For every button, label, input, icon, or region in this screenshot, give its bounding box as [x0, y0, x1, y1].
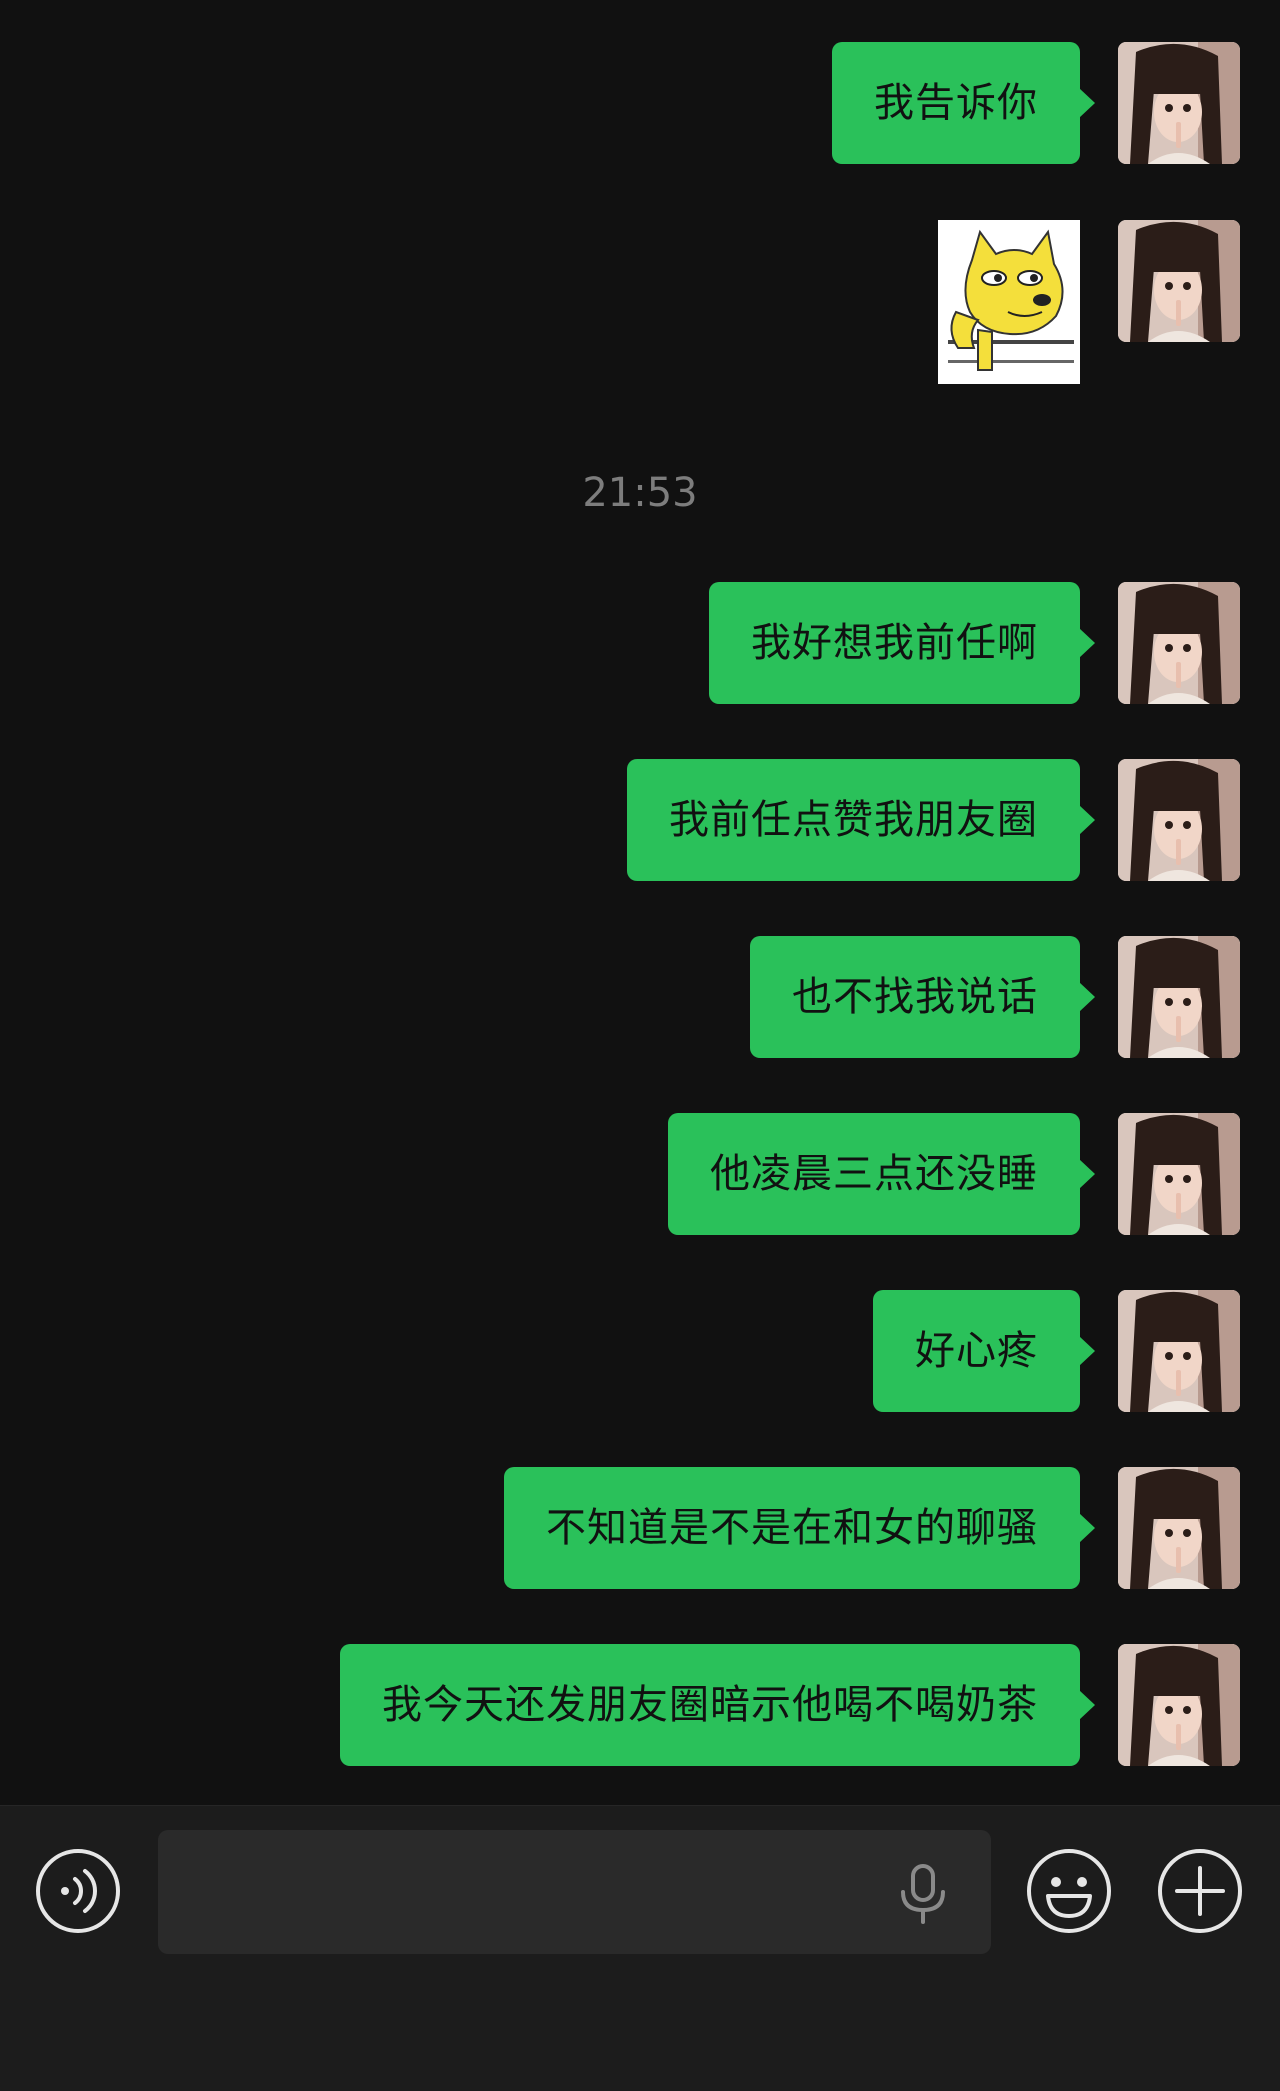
message-bubble[interactable]: 我今天还发朋友圈暗示他喝不喝奶茶 — [340, 1644, 1095, 1766]
message-list[interactable]: 我告诉你 21:53 我好想我前任啊 我前任点赞我朋友圈 也不找我说话 他凌晨三… — [0, 0, 1280, 1805]
avatar[interactable] — [1118, 759, 1240, 881]
avatar-image — [1118, 1113, 1240, 1235]
voice-mode-icon — [36, 1849, 120, 1933]
message-bubble[interactable]: 不知道是不是在和女的聊骚 — [504, 1467, 1095, 1589]
avatar[interactable] — [1118, 220, 1240, 342]
avatar[interactable] — [1118, 42, 1240, 164]
avatar-image — [1118, 936, 1240, 1058]
message-row: 我前任点赞我朋友圈 — [0, 759, 1280, 881]
message-bubble[interactable]: 我告诉你 — [832, 42, 1095, 164]
message-row: 也不找我说话 — [0, 936, 1280, 1058]
message-row — [0, 220, 1280, 384]
message-bubble[interactable]: 好心疼 — [873, 1290, 1095, 1412]
avatar-image — [1118, 759, 1240, 881]
timestamp: 21:53 — [582, 470, 698, 516]
avatar[interactable] — [1118, 1113, 1240, 1235]
microphone-button[interactable] — [895, 1864, 951, 1924]
message-bubble[interactable]: 我前任点赞我朋友圈 — [627, 759, 1095, 881]
message-row: 我今天还发朋友圈暗示他喝不喝奶茶 — [0, 1644, 1280, 1766]
message-input[interactable] — [158, 1830, 991, 1954]
avatar-image — [1118, 1467, 1240, 1589]
message-bubble[interactable]: 他凌晨三点还没睡 — [668, 1113, 1095, 1235]
plus-icon — [1158, 1849, 1242, 1933]
voice-mode-button[interactable] — [35, 1848, 121, 1934]
chat-screen: 我告诉你 21:53 我好想我前任啊 我前任点赞我朋友圈 也不找我说话 他凌晨三… — [0, 0, 1280, 2091]
emoji-button[interactable] — [1026, 1848, 1112, 1934]
avatar-image — [1118, 220, 1240, 342]
message-row: 我好想我前任啊 — [0, 582, 1280, 704]
doge-sticker-image — [938, 220, 1080, 384]
avatar-image — [1118, 42, 1240, 164]
message-row: 他凌晨三点还没睡 — [0, 1113, 1280, 1235]
plus-button[interactable] — [1157, 1848, 1243, 1934]
avatar-image — [1118, 1290, 1240, 1412]
message-row: 不知道是不是在和女的聊骚 — [0, 1467, 1280, 1589]
doge-sticker[interactable] — [938, 220, 1080, 384]
message-bubble[interactable]: 我好想我前任啊 — [709, 582, 1095, 704]
message-bubble[interactable]: 也不找我说话 — [750, 936, 1095, 1058]
avatar[interactable] — [1118, 936, 1240, 1058]
avatar[interactable] — [1118, 1467, 1240, 1589]
avatar[interactable] — [1118, 582, 1240, 704]
avatar[interactable] — [1118, 1290, 1240, 1412]
message-row: 好心疼 — [0, 1290, 1280, 1412]
input-toolbar — [0, 1805, 1280, 2091]
avatar-image — [1118, 1644, 1240, 1766]
microphone-icon — [901, 1864, 945, 1924]
emoji-icon — [1027, 1849, 1111, 1933]
message-row: 我告诉你 — [0, 42, 1280, 164]
avatar[interactable] — [1118, 1644, 1240, 1766]
avatar-image — [1118, 582, 1240, 704]
